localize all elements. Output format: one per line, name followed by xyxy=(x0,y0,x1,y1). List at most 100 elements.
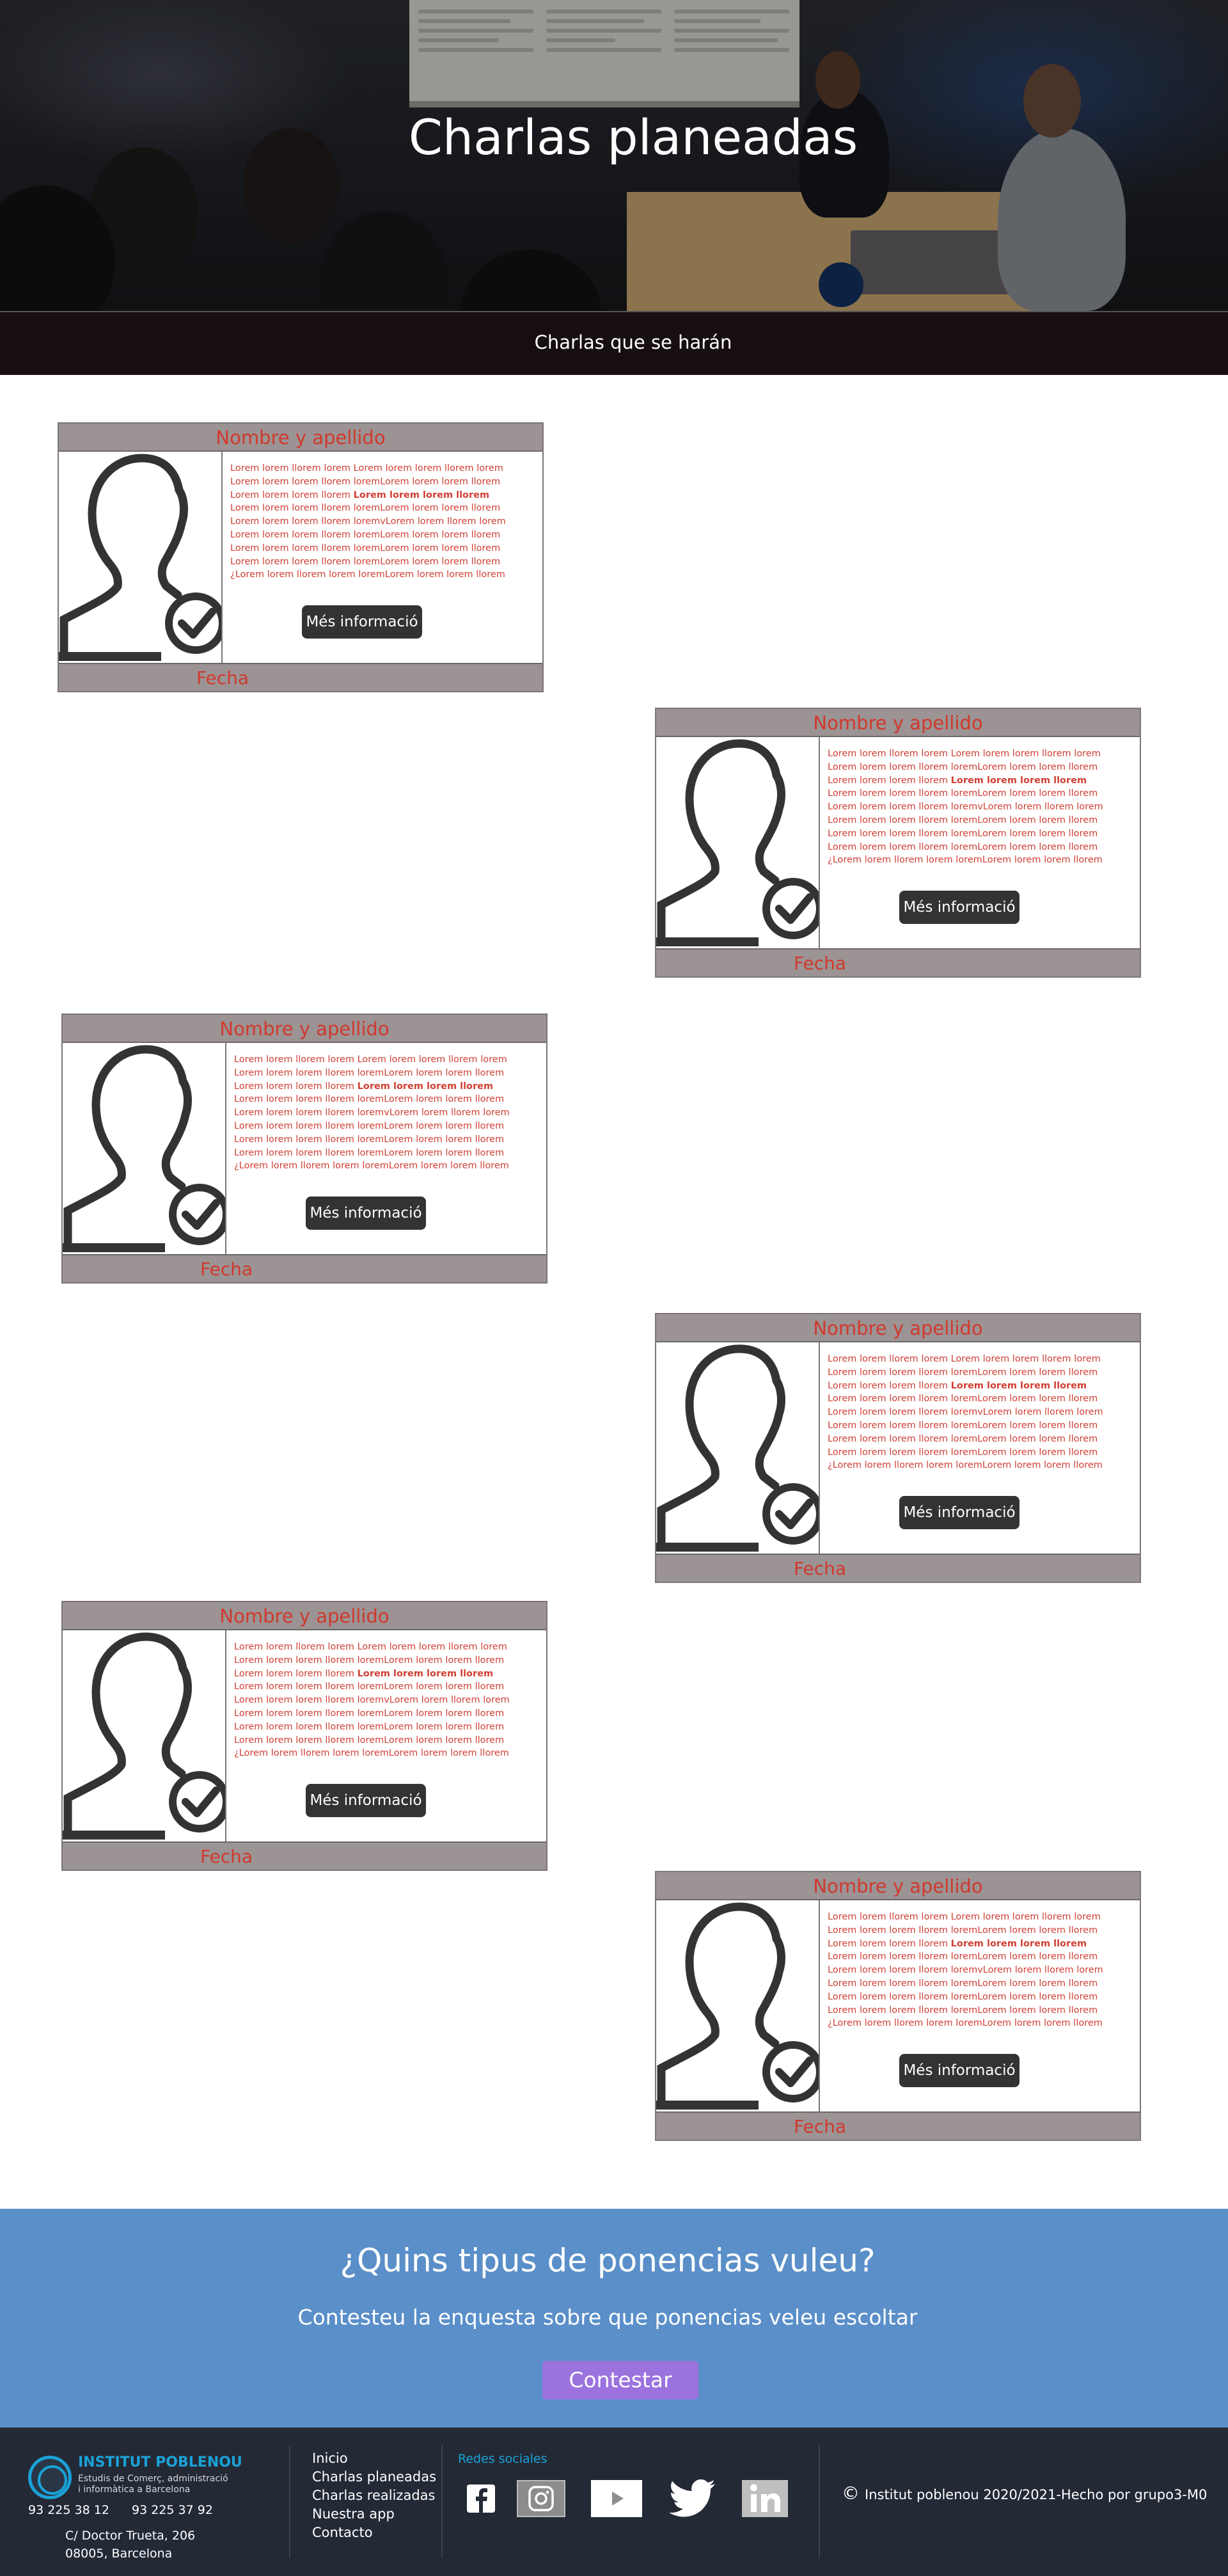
card-text-line: Lorem lorem lorem llorem loremLorem lore… xyxy=(230,556,501,567)
twitter-icon[interactable] xyxy=(668,2479,718,2517)
mes-informacio-button[interactable]: Més informació xyxy=(899,1496,1019,1529)
copyright-text: © Institut poblenou 2020/2021-Hecho por g… xyxy=(842,2483,1207,2504)
card-text-line: Lorem lorem lorem llorem loremLorem lore… xyxy=(828,1367,1098,1378)
card-text-line: Lorem lorem lorem llorem loremLorem lore… xyxy=(828,841,1098,852)
card-description: Lorem lorem llorem lorem Lorem lorem lor… xyxy=(234,1641,542,1760)
card-text-line: Lorem lorem lorem llorem loremLorem lore… xyxy=(234,1721,505,1732)
card-text-line: Lorem lorem lorem llorem loremvLorem lor… xyxy=(828,1965,1103,1976)
card-avatar xyxy=(63,1043,226,1254)
talk-card: Nombre y apellido Lorem lorem llorem lore… xyxy=(61,1014,547,1284)
talk-card: Nombre y apellido Lorem lorem llorem lore… xyxy=(61,1601,547,1871)
card-date-footer: Fecha xyxy=(59,663,542,691)
card-text-line: Lorem lorem lorem llorem loremLorem lore… xyxy=(828,1978,1098,1989)
card-name-header: Nombre y apellido xyxy=(63,1015,546,1043)
linkedin-icon[interactable] xyxy=(742,2480,788,2517)
footer-divider xyxy=(819,2445,820,2558)
survey-subtitle: Contesteu la enquesta sobre que ponencia… xyxy=(297,2305,918,2330)
card-avatar xyxy=(656,1900,820,2111)
card-text-line: Lorem lorem lorem llorem loremLorem lore… xyxy=(828,1991,1098,2002)
card-date-footer: Fecha xyxy=(656,2111,1140,2140)
card-text-line: ¿Lorem lorem llorem lorem loremLorem lor… xyxy=(828,1460,1103,1471)
avatar-placeholder-icon xyxy=(63,1045,225,1252)
talk-card: Nombre y apellido Lorem lorem llorem lore… xyxy=(655,708,1141,978)
card-text-line: Lorem lorem lorem llorem loremLorem lore… xyxy=(230,529,501,540)
card-text-line: Lorem lorem lorem llorem loremLorem lore… xyxy=(828,1447,1098,1458)
card-avatar xyxy=(59,452,223,663)
youtube-icon[interactable] xyxy=(591,2480,642,2517)
instagram-icon[interactable] xyxy=(517,2480,565,2517)
footer-link-charlas-planeadas[interactable]: Charlas planeadas xyxy=(312,2468,436,2486)
card-text-line: Lorem lorem lorem llorem Lorem lorem lor… xyxy=(828,1380,1087,1391)
card-description: Lorem lorem llorem lorem Lorem lorem lor… xyxy=(828,747,1136,867)
card-text-line: Lorem lorem llorem lorem Lorem lorem lor… xyxy=(234,1642,507,1652)
card-bold-text: Lorem lorem lorem llorem xyxy=(353,489,490,500)
mes-informacio-button[interactable]: Més informació xyxy=(899,891,1019,924)
card-text-line: ¿Lorem lorem llorem lorem loremLorem lor… xyxy=(828,855,1103,866)
card-text-line: ¿Lorem lorem llorem lorem loremLorem lor… xyxy=(828,2018,1103,2029)
card-text-line: Lorem lorem lorem llorem loremLorem lore… xyxy=(234,1134,505,1145)
card-name: Nombre y apellido xyxy=(813,1875,983,1897)
card-text-line: Lorem lorem lorem llorem loremLorem lore… xyxy=(828,1925,1098,1936)
footer-divider xyxy=(441,2445,443,2558)
institut-logo-description: Estudis de Comerç, administració i infor… xyxy=(78,2474,232,2495)
footer-link-inicio[interactable]: Inicio xyxy=(312,2449,436,2468)
card-text-line: Lorem lorem lorem llorem loremLorem lore… xyxy=(828,1420,1098,1431)
mes-informacio-button[interactable]: Més informació xyxy=(899,2054,1019,2087)
card-text-line: Lorem lorem lorem llorem loremvLorem lor… xyxy=(828,1407,1103,1418)
talk-card: Nombre y apellido Lorem lorem llorem lore… xyxy=(655,1871,1141,2141)
card-date: Fecha xyxy=(793,953,847,974)
footer-link-contacto[interactable]: Contacto xyxy=(312,2524,436,2542)
card-text-line: Lorem lorem lorem llorem loremLorem lore… xyxy=(828,761,1098,772)
facebook-icon[interactable] xyxy=(464,2480,498,2517)
card-bold-text: Lorem lorem lorem llorem xyxy=(950,775,1087,786)
talk-card: Nombre y apellido Lorem lorem llorem lore… xyxy=(655,1313,1141,1583)
social-title: Redes sociales xyxy=(458,2452,547,2466)
institut-logo-name[interactable]: INSTITUT POBLENOU xyxy=(78,2454,242,2470)
card-name-header: Nombre y apellido xyxy=(656,709,1140,737)
card-text-line: ¿Lorem lorem llorem lorem loremLorem lor… xyxy=(234,1748,509,1759)
footer-divider xyxy=(289,2445,290,2558)
card-text-line: Lorem lorem lorem llorem Lorem lorem lor… xyxy=(234,1081,494,1092)
card-description: Lorem lorem llorem lorem Lorem lorem lor… xyxy=(234,1053,542,1173)
footer-nav: Inicio Charlas planeadas Charlas realiza… xyxy=(312,2449,436,2542)
contestar-button[interactable]: Contestar xyxy=(542,2361,698,2399)
card-name: Nombre y apellido xyxy=(813,712,983,734)
card-text-line: Lorem lorem llorem lorem Lorem lorem lor… xyxy=(828,1912,1101,1922)
survey-title: ¿Quins tipus de ponencias vuleu? xyxy=(340,2242,876,2279)
card-text-line: Lorem lorem lorem llorem loremLorem lore… xyxy=(234,1682,505,1692)
footer: INSTITUT POBLENOU Estudis de Comerç, adm… xyxy=(0,2428,1228,2576)
card-name-header: Nombre y apellido xyxy=(656,1872,1140,1900)
footer-link-nuestra-app[interactable]: Nuestra app xyxy=(312,2505,436,2524)
avatar-placeholder-icon xyxy=(656,739,819,946)
institut-logo-icon[interactable] xyxy=(28,2456,72,2499)
card-text-line: Lorem lorem lorem llorem loremvLorem lor… xyxy=(234,1695,510,1706)
card-text-line: Lorem lorem lorem llorem loremLorem lore… xyxy=(230,476,501,487)
footer-link-charlas-realizadas[interactable]: Charlas realizadas xyxy=(312,2486,436,2505)
card-name: Nombre y apellido xyxy=(216,427,386,449)
card-name: Nombre y apellido xyxy=(813,1317,983,1339)
card-text-line: Lorem lorem llorem lorem Lorem lorem lor… xyxy=(828,749,1101,759)
card-text-line: Lorem lorem lorem llorem Lorem lorem lor… xyxy=(828,775,1087,786)
card-name: Nombre y apellido xyxy=(219,1018,390,1040)
copyright-icon: © xyxy=(842,2483,860,2504)
card-avatar xyxy=(656,737,820,948)
card-name: Nombre y apellido xyxy=(219,1605,390,1627)
card-text-line: Lorem lorem lorem llorem loremLorem lore… xyxy=(234,1067,505,1078)
mes-informacio-button[interactable]: Més informació xyxy=(302,605,422,639)
avatar-placeholder-icon xyxy=(656,1344,819,1552)
card-text-line: Lorem lorem lorem llorem loremLorem lore… xyxy=(234,1655,505,1666)
card-date: Fecha xyxy=(793,1558,847,1579)
logo-desc-line-1: Estudis de Comerç, administració xyxy=(78,2474,228,2484)
card-text-line: Lorem lorem lorem llorem loremLorem lore… xyxy=(828,788,1098,799)
card-date: Fecha xyxy=(200,1259,253,1280)
card-date: Fecha xyxy=(196,667,249,688)
mes-informacio-button[interactable]: Més informació xyxy=(306,1784,426,1817)
card-name-header: Nombre y apellido xyxy=(63,1602,546,1630)
card-date-footer: Fecha xyxy=(656,948,1140,976)
survey-section: ¿Quins tipus de ponencias vuleu? Contest… xyxy=(0,2209,1228,2428)
card-text-line: Lorem lorem lorem llorem loremLorem lore… xyxy=(230,503,501,514)
mes-informacio-button[interactable]: Més informació xyxy=(306,1197,426,1230)
page-subtitle: Charlas que se harán xyxy=(534,331,732,353)
card-text-line: Lorem lorem lorem llorem loremvLorem lor… xyxy=(828,802,1103,813)
card-date: Fecha xyxy=(200,1846,253,1867)
